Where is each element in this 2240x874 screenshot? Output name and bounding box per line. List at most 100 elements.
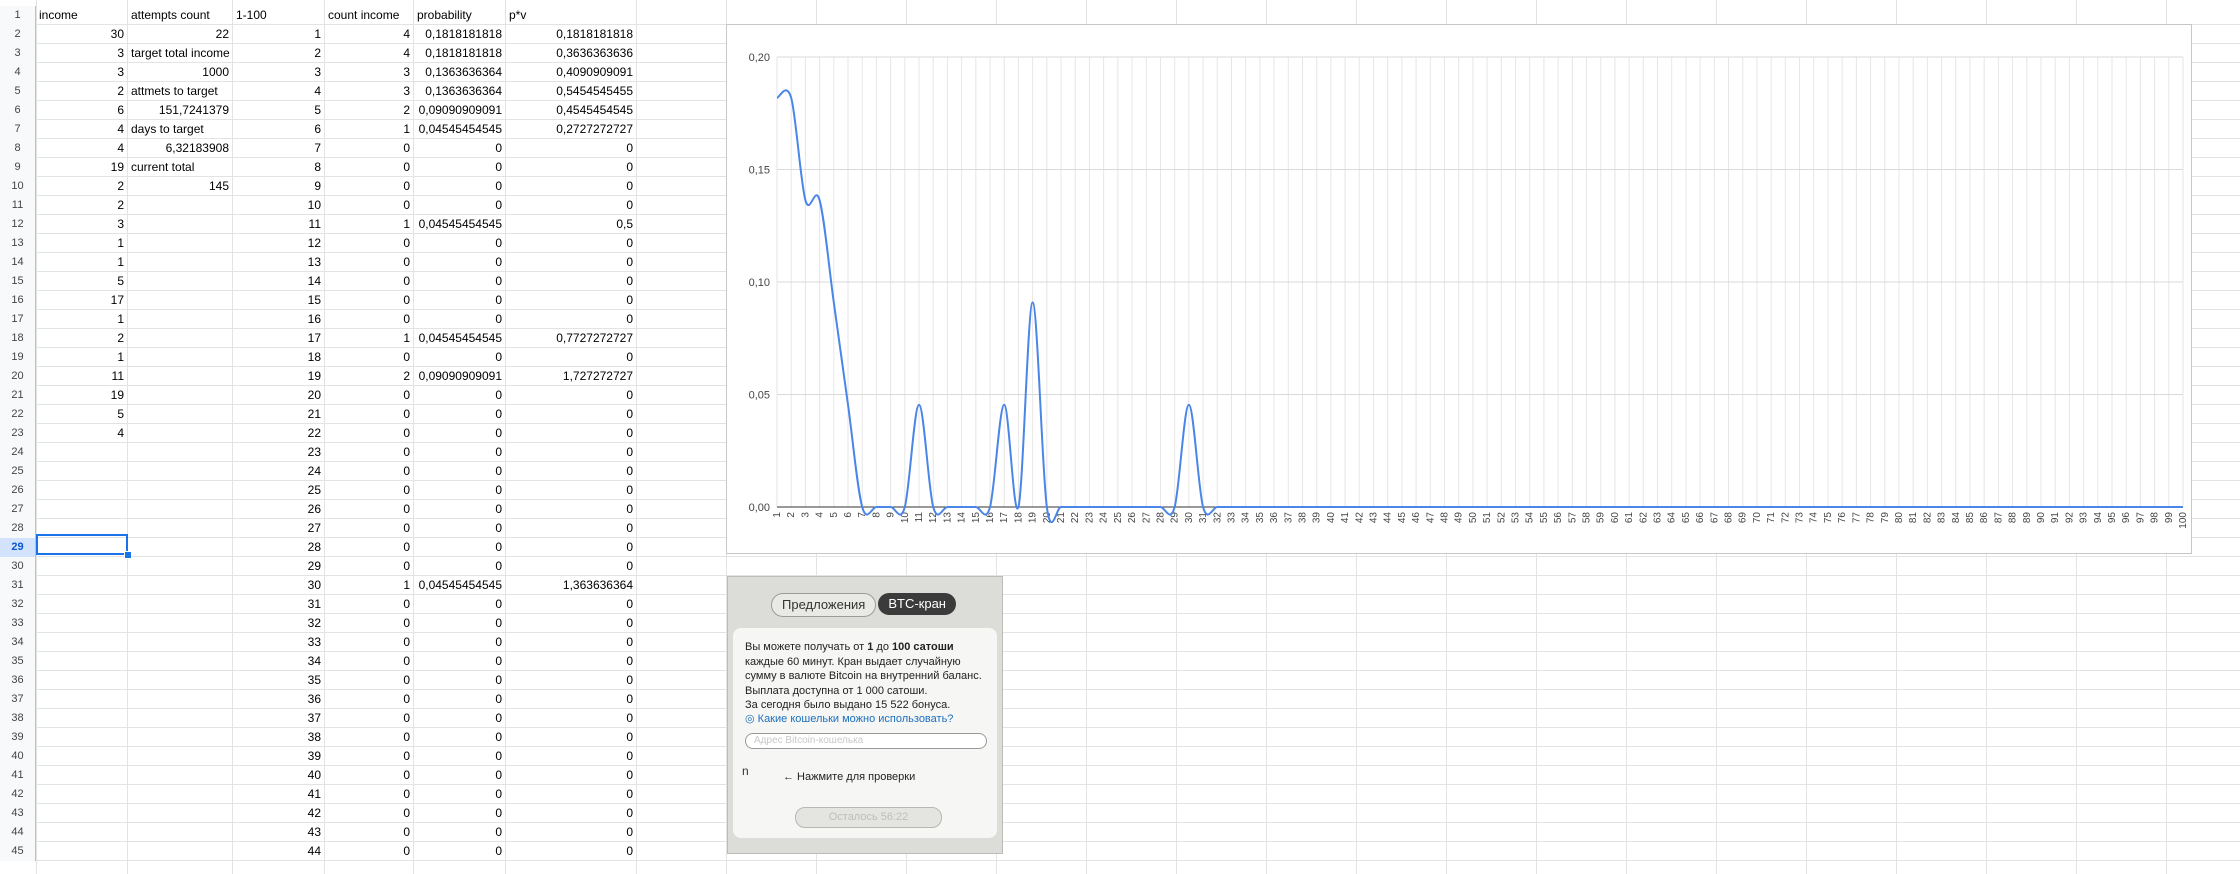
cell[interactable]: 42 [233,804,324,823]
cell[interactable]: 22 [233,424,324,443]
cell[interactable]: p*v [506,6,636,25]
cell[interactable]: 0,09090909091 [414,101,505,120]
row-header[interactable]: 33 [0,614,36,633]
cell[interactable]: 17 [233,329,324,348]
cell[interactable]: 0,1818181818 [414,44,505,63]
cell[interactable]: 4 [36,120,127,139]
cell[interactable]: 7 [233,139,324,158]
cell[interactable]: income [36,6,127,25]
cell[interactable]: 1 [325,120,413,139]
cell[interactable]: 5 [233,101,324,120]
cell[interactable]: 3 [325,82,413,101]
row-header[interactable]: 44 [0,823,36,842]
cell[interactable]: 0 [506,272,636,291]
cell[interactable]: 0 [414,804,505,823]
cell[interactable]: 0 [506,158,636,177]
cell[interactable]: 0 [325,272,413,291]
cell[interactable]: 5 [36,405,127,424]
cell[interactable]: 0 [506,519,636,538]
cell[interactable]: 0 [506,671,636,690]
cell[interactable]: 19 [233,367,324,386]
cell[interactable]: 0 [325,728,413,747]
cell[interactable]: 0,04545454545 [414,120,505,139]
cell[interactable]: 18 [233,348,324,367]
wallets-help-link[interactable]: ◎ Какие кошельки можно использовать? [745,712,953,725]
cell[interactable]: 23 [233,443,324,462]
cell[interactable]: 15 [233,291,324,310]
cell[interactable]: 5 [36,272,127,291]
row-header[interactable]: 31 [0,576,36,595]
cell[interactable]: 0 [506,139,636,158]
cell[interactable]: 0 [506,405,636,424]
cell[interactable]: 0 [414,823,505,842]
cell[interactable]: 41 [233,785,324,804]
row-header[interactable]: 13 [0,234,36,253]
cell[interactable]: 0,1363636364 [414,63,505,82]
cell[interactable]: 0 [414,158,505,177]
cell[interactable]: 6,32183908 [128,139,232,158]
cell[interactable]: 0,5454545455 [506,82,636,101]
cell[interactable]: 0 [506,747,636,766]
cell[interactable]: 0 [506,785,636,804]
cell[interactable]: 0 [325,481,413,500]
cell[interactable]: 1,727272727 [506,367,636,386]
cell[interactable]: 1 [36,310,127,329]
cell[interactable]: 0 [325,405,413,424]
cell[interactable]: 0 [414,842,505,861]
cell[interactable]: 0 [325,386,413,405]
cell[interactable]: 0 [325,690,413,709]
cell[interactable]: 3 [36,63,127,82]
row-header[interactable]: 16 [0,291,36,310]
cell[interactable]: 1000 [128,63,232,82]
cell[interactable]: 1 [325,576,413,595]
captcha-box[interactable]: n [742,764,749,778]
row-header[interactable]: 41 [0,766,36,785]
cell[interactable]: 9 [233,177,324,196]
cell[interactable]: 0 [506,766,636,785]
cell[interactable]: 151,7241379 [128,101,232,120]
row-header[interactable]: 15 [0,272,36,291]
cell[interactable]: 0 [414,671,505,690]
cell[interactable]: 1 [325,215,413,234]
cell[interactable]: 0 [414,519,505,538]
cell[interactable]: 2 [325,101,413,120]
cell[interactable]: 22 [128,25,232,44]
cell[interactable]: 0 [506,804,636,823]
cell[interactable]: count income [325,6,413,25]
cell[interactable]: 1 [36,253,127,272]
row-header[interactable]: 36 [0,671,36,690]
cell[interactable]: 39 [233,747,324,766]
cell[interactable]: 0 [325,823,413,842]
cell[interactable]: 0 [414,785,505,804]
cell[interactable]: 0,7727272727 [506,329,636,348]
cell[interactable]: 0 [506,196,636,215]
cell[interactable]: 0 [325,348,413,367]
cell[interactable]: 0 [325,291,413,310]
row-header[interactable]: 22 [0,405,36,424]
cell[interactable]: 0 [414,139,505,158]
cell[interactable]: 0 [414,481,505,500]
cell[interactable]: 0 [414,310,505,329]
tab-btc-faucet[interactable]: BTC-кран [878,593,956,615]
cell[interactable]: 0 [506,842,636,861]
cell[interactable]: 0 [325,595,413,614]
cell[interactable]: 0 [325,614,413,633]
row-header[interactable]: 2 [0,25,36,44]
cell[interactable]: 25 [233,481,324,500]
row-header[interactable]: 3 [0,44,36,63]
row-header[interactable]: 11 [0,196,36,215]
cell[interactable]: 1 [233,25,324,44]
cell[interactable]: 0 [506,443,636,462]
cell[interactable]: 1 [325,329,413,348]
row-header[interactable]: 8 [0,139,36,158]
cell[interactable]: 36 [233,690,324,709]
cell[interactable]: days to target [128,120,232,139]
cell[interactable]: 1 [36,348,127,367]
cell[interactable]: 31 [233,595,324,614]
cell[interactable]: 30 [233,576,324,595]
cell[interactable]: 0 [414,177,505,196]
row-header[interactable]: 30 [0,557,36,576]
cell[interactable]: 0 [325,462,413,481]
row-header[interactable]: 20 [0,367,36,386]
cell[interactable]: 0 [325,196,413,215]
